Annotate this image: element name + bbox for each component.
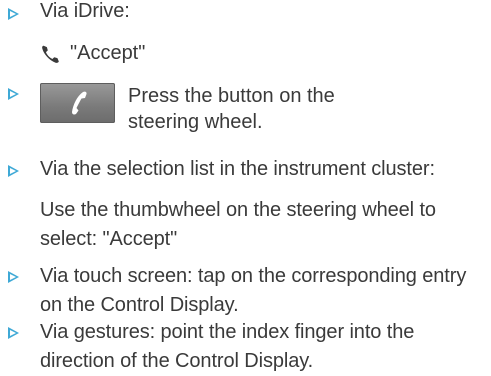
item-label: Press the button on the steering wheel. <box>128 85 335 133</box>
list-item-touch-screen: Via touch screen: tap on the correspondi… <box>0 262 491 320</box>
bullet-triangle-icon <box>8 8 19 20</box>
item-label: Via touch screen: tap on the correspondi… <box>40 265 467 316</box>
bullet-triangle-icon <box>8 327 19 339</box>
item-sublabel: Use the thumbwheel on the steering wheel… <box>40 199 436 250</box>
bullet-triangle-icon <box>8 165 19 177</box>
bullet-triangle-icon <box>8 88 19 100</box>
accept-option-text: "Accept" <box>70 42 146 64</box>
phone-button-icon <box>40 83 115 123</box>
list-item-idrive: Via iDrive: "Accept" <box>0 0 491 80</box>
item-label: Via the selection list in the instrument… <box>40 158 435 180</box>
instruction-page: Via iDrive: "Accept" Press the button on… <box>0 0 491 372</box>
item-label: Via gestures: point the index finger int… <box>40 321 415 372</box>
item-label: Via iDrive: <box>40 0 130 22</box>
accept-line: "Accept" <box>0 39 491 69</box>
list-item-gestures: Via gestures: point the index finger int… <box>0 318 491 376</box>
list-item-steering-button: Press the button on the steering wheel. <box>0 83 491 135</box>
phone-handset-icon <box>42 45 59 63</box>
bullet-triangle-icon <box>8 271 19 283</box>
list-item-selection-list: Via the selection list in the instrument… <box>0 155 491 250</box>
